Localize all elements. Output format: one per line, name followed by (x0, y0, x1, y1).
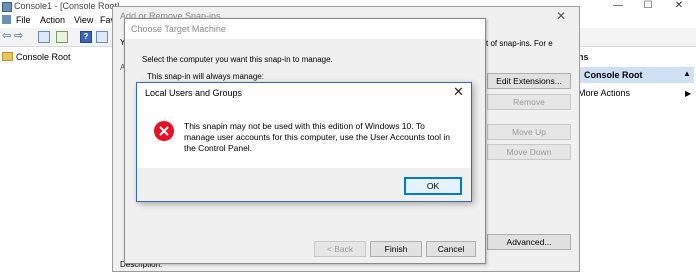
move-up-button[interactable]: Move Up (487, 124, 571, 140)
actions-more-actions[interactable]: More Actions (578, 88, 630, 98)
menu-action[interactable]: Action (40, 15, 65, 25)
minimize-button[interactable]: — (603, 0, 633, 14)
maximize-button[interactable]: ☐ (633, 0, 663, 14)
advanced-button[interactable]: Advanced... (487, 234, 571, 250)
move-down-button[interactable]: Move Down (487, 144, 571, 160)
message-text: This snapin may not be used with this ed… (184, 121, 451, 153)
actions-console-root[interactable]: Console Root (584, 70, 643, 80)
show-hide-tree-icon[interactable] (38, 31, 50, 43)
console-app-icon (2, 2, 12, 12)
back-arrow-icon[interactable]: ⇦ (2, 31, 14, 43)
cancel-button[interactable]: Cancel (426, 241, 476, 257)
close-window-button[interactable]: ✕ (664, 0, 694, 14)
properties-icon[interactable] (96, 31, 108, 43)
system-menu-icon[interactable] (2, 15, 11, 24)
forward-arrow-icon[interactable]: ⇨ (14, 31, 26, 43)
menu-file[interactable]: File (16, 15, 31, 25)
collapse-arrow-icon[interactable]: ▲ (683, 69, 691, 78)
edit-extensions-button[interactable]: Edit Extensions... (487, 73, 571, 89)
menu-view[interactable]: View (74, 15, 93, 25)
snapins-close-icon[interactable]: ✕ (556, 9, 566, 23)
submenu-arrow-icon: ▶ (685, 89, 692, 98)
back-button[interactable]: < Back (314, 241, 366, 257)
message-box-title: Local Users and Groups (145, 88, 243, 98)
ok-button[interactable]: OK (404, 177, 462, 195)
snapins-intro-text-right: t of snap-ins. For e (486, 39, 553, 48)
help-icon[interactable]: ? (80, 31, 92, 43)
folder-icon (2, 52, 13, 61)
choose-target-instruction: Select the computer you want this snap-i… (142, 55, 333, 64)
choose-target-title: Choose Target Machine (131, 24, 226, 34)
console-tree-pane (0, 47, 114, 272)
main-window-title: Console1 - [Console Root] (14, 1, 120, 11)
tree-item-console-root[interactable]: Console Root (2, 52, 71, 64)
error-icon (154, 121, 174, 141)
export-list-icon[interactable] (56, 31, 68, 43)
remove-button[interactable]: Remove (487, 94, 571, 110)
message-close-button[interactable]: ✕ (453, 84, 464, 100)
tree-item-label: Console Root (16, 52, 71, 62)
finish-button[interactable]: Finish (370, 241, 422, 257)
choose-target-subtext: This snap-in will always manage: (147, 72, 264, 81)
